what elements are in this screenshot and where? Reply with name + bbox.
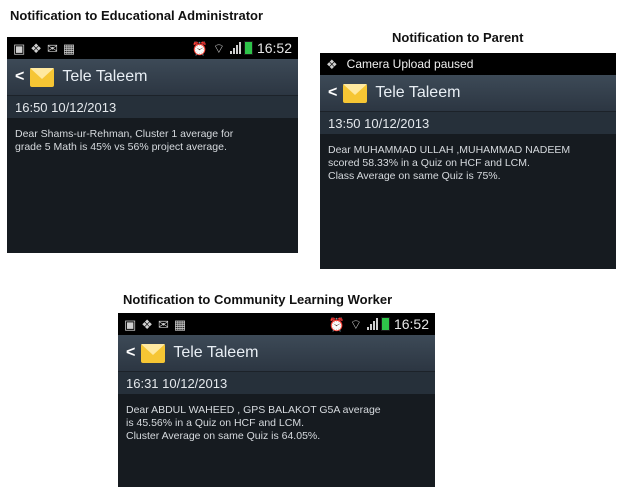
phone-screen-admin: ▣ ❖ ✉ ▦ ⏰ ⌔ 16:52 < Tele Taleem 16:50 10…: [7, 37, 298, 253]
caption-parent: Notification to Parent: [392, 30, 524, 45]
message-body: Dear ABDUL WAHEED , GPS BALAKOT G5A aver…: [118, 394, 435, 443]
wifi-icon: ⌔: [349, 316, 362, 332]
mail-icon: ✉: [157, 316, 169, 332]
envelope-icon: [141, 343, 166, 363]
status-bar: ▣ ❖ ✉ ▦ ⏰ ⌔ 16:52: [118, 313, 435, 335]
dropbox-icon: ❖: [326, 56, 338, 72]
message-line: Dear Shams-ur-Rehman, Cluster 1 average …: [15, 128, 234, 140]
message-line: Class Average on same Quiz is 75%.: [328, 170, 501, 182]
app-title: Tele Taleem: [375, 84, 461, 101]
caption-admin: Notification to Educational Administrato…: [10, 8, 264, 23]
app-header: < Tele Taleem: [118, 335, 435, 372]
app-header: < Tele Taleem: [320, 75, 616, 112]
message-body: Dear MUHAMMAD ULLAH ,MUHAMMAD NADEEM sco…: [320, 134, 616, 183]
back-chevron-icon[interactable]: <: [15, 68, 24, 86]
message-datetime: 16:50 10/12/2013: [7, 96, 298, 118]
back-chevron-icon[interactable]: <: [328, 84, 337, 102]
alarm-icon: ⏰: [328, 316, 345, 332]
calendar-icon: ▦: [173, 316, 187, 332]
phone-screen-parent: ❖ Camera Upload paused < Tele Taleem 13:…: [320, 53, 616, 269]
app-header: < Tele Taleem: [7, 59, 298, 96]
battery-icon: [380, 317, 390, 331]
envelope-icon: [343, 83, 368, 103]
mail-icon: ✉: [46, 40, 58, 56]
calendar-icon: ▦: [62, 40, 76, 56]
envelope-icon: [30, 67, 55, 87]
phone-screen-worker: ▣ ❖ ✉ ▦ ⏰ ⌔ 16:52 < Tele Taleem 16:31 10…: [118, 313, 435, 487]
message-line: Dear MUHAMMAD ULLAH ,MUHAMMAD NADEEM: [328, 144, 571, 156]
message-datetime: 16:31 10/12/2013: [118, 372, 435, 394]
status-bar: ▣ ❖ ✉ ▦ ⏰ ⌔ 16:52: [7, 37, 298, 59]
message-line: Dear ABDUL WAHEED , GPS BALAKOT G5A aver…: [126, 404, 381, 416]
status-time: 16:52: [256, 40, 292, 56]
message-line: is 45.56% in a Quiz on HCF and LCM.: [126, 417, 304, 429]
picture-icon: ▣: [124, 316, 137, 332]
back-chevron-icon[interactable]: <: [126, 344, 135, 362]
signal-icon: [366, 318, 379, 330]
alarm-icon: ⏰: [191, 40, 208, 56]
signal-icon: [229, 42, 242, 54]
dropbox-icon: ❖: [141, 316, 153, 332]
app-title: Tele Taleem: [173, 344, 259, 361]
message-datetime: 13:50 10/12/2013: [320, 112, 616, 134]
message-line: Cluster Average on same Quiz is 64.05%.: [126, 430, 321, 442]
message-line: scored 58.33% in a Quiz on HCF and LCM.: [328, 157, 530, 169]
message-body: Dear Shams-ur-Rehman, Cluster 1 average …: [7, 118, 298, 154]
status-time: 16:52: [393, 316, 429, 332]
message-line: grade 5 Math is 45% vs 56% project avera…: [15, 141, 227, 153]
app-title: Tele Taleem: [62, 68, 148, 85]
picture-icon: ▣: [13, 40, 26, 56]
status-notification-text: Camera Upload paused: [346, 57, 474, 71]
battery-icon: [243, 41, 253, 55]
dropbox-icon: ❖: [30, 40, 42, 56]
status-bar: ❖ Camera Upload paused: [320, 53, 616, 75]
caption-worker: Notification to Community Learning Worke…: [123, 292, 393, 307]
wifi-icon: ⌔: [212, 40, 225, 56]
